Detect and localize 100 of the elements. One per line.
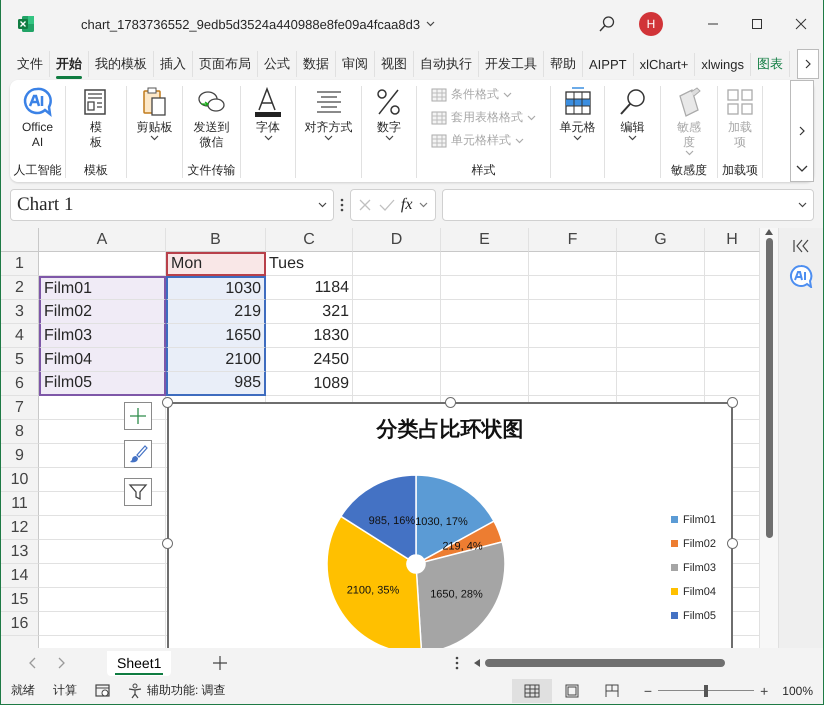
zoom-level[interactable]: 100%: [782, 684, 813, 698]
scrollbar-thumb[interactable]: [485, 659, 726, 667]
filter-button[interactable]: [124, 478, 152, 506]
menu-tab[interactable]: 我的模板: [89, 51, 154, 77]
check-icon[interactable]: [378, 198, 395, 212]
group-label: 敏感度: [671, 163, 707, 177]
column-header[interactable]: G: [617, 228, 705, 252]
table-cell: Film01: [39, 276, 166, 300]
chart-title: 分类占比环状图: [375, 417, 524, 443]
table-cell: Tues: [266, 252, 353, 276]
ribbon-button[interactable]: 编辑: [614, 86, 650, 162]
row-header[interactable]: 7: [1, 396, 39, 420]
caret-icon: [418, 202, 428, 208]
more-icon[interactable]: [340, 198, 344, 212]
group-label: 加载项: [722, 163, 758, 177]
ribbon-button[interactable]: 字体: [250, 86, 286, 162]
ribbon-button[interactable]: 剪贴板: [134, 86, 174, 162]
row-header[interactable]: 15: [1, 588, 39, 612]
row-header[interactable]: 13: [1, 540, 39, 564]
column-header[interactable]: C: [266, 228, 353, 252]
more-icon[interactable]: [455, 656, 460, 670]
sheet-tab[interactable]: Sheet1: [107, 650, 172, 676]
status-text[interactable]: 计算: [53, 682, 77, 699]
scroll-left-icon[interactable]: [473, 658, 482, 668]
row-header[interactable]: 11: [1, 492, 39, 516]
name-box[interactable]: Chart 1: [10, 189, 334, 221]
row-header[interactable]: 3: [1, 300, 39, 324]
group-label: 模板: [84, 163, 108, 177]
row-header[interactable]: 12: [1, 516, 39, 540]
maximize-icon: [751, 18, 763, 30]
add-sheet-icon[interactable]: [213, 656, 228, 670]
row-header[interactable]: 4: [1, 324, 39, 348]
formula-input[interactable]: [442, 189, 814, 221]
row-header[interactable]: 16: [1, 612, 39, 636]
ribbon-button[interactable]: 单元格: [558, 86, 598, 162]
menu-tab[interactable]: xlwings: [695, 52, 751, 76]
row-header[interactable]: 9: [1, 444, 39, 468]
table-cell: 219: [166, 300, 266, 324]
plus-icon: [128, 406, 148, 426]
menu-tab[interactable]: 审阅: [336, 51, 375, 77]
resize-handle[interactable]: [727, 397, 738, 408]
column-header[interactable]: A: [39, 228, 166, 252]
column-header[interactable]: E: [441, 228, 529, 252]
column-header[interactable]: D: [353, 228, 441, 252]
font-icon: [252, 86, 284, 118]
normal-view-button[interactable]: [512, 678, 552, 702]
ai-bubble-icon[interactable]: [788, 264, 814, 288]
table-cell: 2100: [166, 348, 266, 372]
column-header[interactable]: F: [529, 228, 617, 252]
table-cell: Mon: [166, 252, 266, 276]
menu-tab[interactable]: xlChart+: [634, 52, 696, 76]
row-header[interactable]: 10: [1, 468, 39, 492]
resize-handle[interactable]: [162, 397, 173, 408]
resize-handle[interactable]: [727, 538, 738, 549]
column-header[interactable]: H: [705, 228, 760, 252]
chevron-icon: [796, 165, 808, 173]
row-header[interactable]: 5: [1, 348, 39, 372]
menu-tab[interactable]: 数据: [297, 51, 336, 77]
view-icon: [564, 684, 580, 698]
ribbon-button[interactable]: 发送到微信: [190, 86, 233, 162]
ribbon-button[interactable]: 模板: [78, 86, 114, 162]
row-header[interactable]: 1: [1, 252, 39, 276]
menu-tab[interactable]: 帮助: [544, 51, 583, 77]
row-header[interactable]: 2: [1, 276, 39, 300]
menu-tab[interactable]: 视图: [375, 51, 414, 77]
menu-tab[interactable]: 文件: [11, 51, 50, 77]
scroll-up-icon[interactable]: [764, 228, 774, 236]
menu-tab[interactable]: 公式: [258, 51, 297, 77]
menu-tab[interactable]: 页面布局: [193, 51, 258, 77]
caret-icon: [798, 202, 807, 208]
menu-tab[interactable]: AIPPT: [583, 52, 634, 76]
filter-icon: [128, 482, 148, 502]
accessibility-status[interactable]: 辅助功能: 调查: [147, 682, 226, 699]
resize-handle[interactable]: [162, 538, 173, 549]
ribbon-button[interactable]: 数字: [371, 86, 407, 162]
row-header[interactable]: 6: [1, 372, 39, 396]
ribbon-button[interactable]: Office AI: [20, 86, 56, 162]
row-header[interactable]: 14: [1, 564, 39, 588]
brush-button[interactable]: [124, 440, 152, 468]
zoom-in-button[interactable]: +: [756, 682, 772, 698]
column-header[interactable]: B: [166, 228, 266, 252]
table-cell: Film03: [39, 324, 166, 348]
user-avatar[interactable]: H: [639, 12, 663, 36]
slider-thumb[interactable]: [704, 684, 708, 696]
insert-function-button[interactable]: fx: [400, 196, 412, 214]
collapse-icon[interactable]: [792, 238, 810, 254]
menu-tab[interactable]: 自动执行: [414, 51, 479, 77]
zoom-out-button[interactable]: −: [640, 682, 656, 698]
menu-tab[interactable]: 插入: [154, 51, 193, 77]
menu-tab[interactable]: 开发工具: [479, 51, 544, 77]
resize-handle[interactable]: [444, 397, 456, 408]
row-header[interactable]: 8: [1, 420, 39, 444]
table-cell: 2450: [266, 348, 353, 372]
menu-tab[interactable]: 开始: [50, 51, 89, 77]
menu-tab[interactable]: 图表: [750, 51, 790, 77]
plus-button[interactable]: [124, 402, 152, 430]
caret-icon: [426, 21, 436, 27]
ribbon-button[interactable]: 对齐方式: [302, 86, 354, 162]
scrollbar-thumb[interactable]: [766, 238, 772, 538]
macro-recorder-icon[interactable]: [95, 684, 111, 698]
